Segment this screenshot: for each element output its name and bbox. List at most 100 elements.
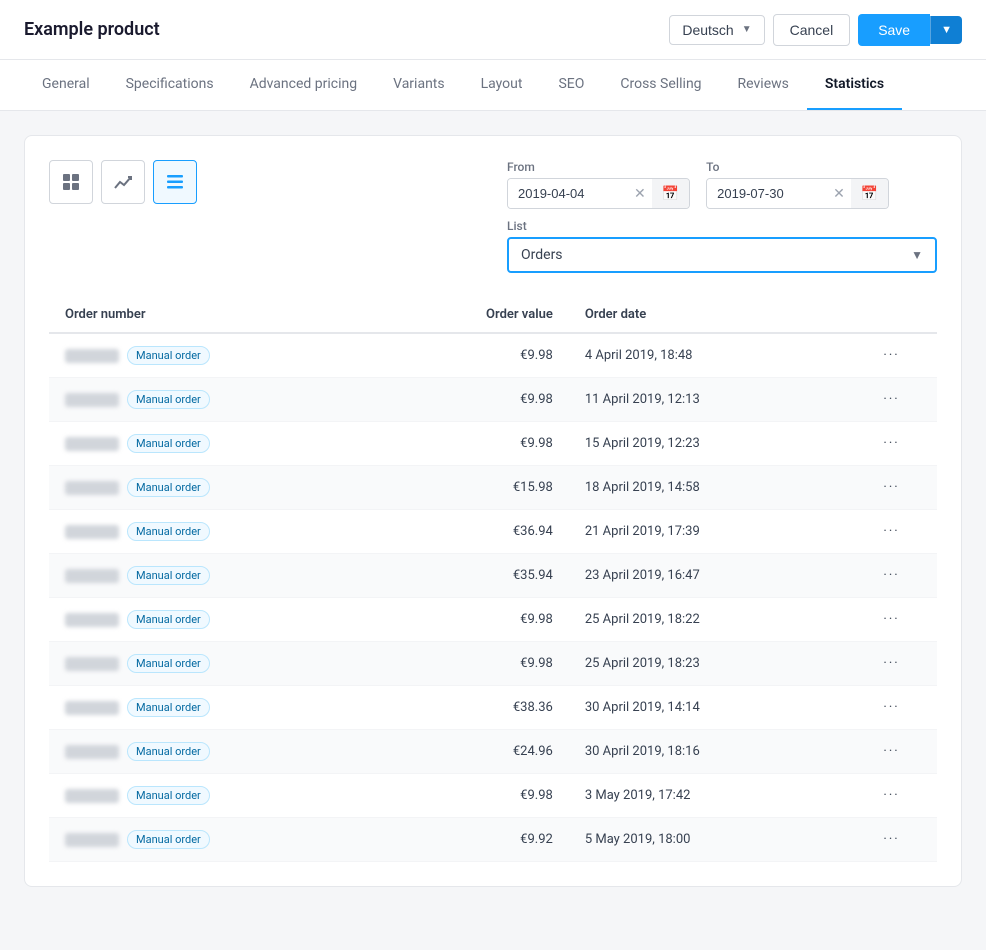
row-actions-button[interactable]: ··· [846,598,937,642]
chevron-down-icon: ▼ [911,248,923,262]
order-number-cell: Manual order [49,554,382,598]
row-actions-button[interactable]: ··· [846,510,937,554]
row-actions-button[interactable]: ··· [846,686,937,730]
save-button[interactable]: Save [858,14,930,46]
order-value-cell: €9.98 [382,774,568,818]
statistics-card: From ✕ 📅 To ✕ 📅 [24,135,962,887]
order-value-cell: €9.98 [382,378,568,422]
row-actions-button[interactable]: ··· [846,774,937,818]
order-number-blurred [65,745,119,759]
row-actions-button[interactable]: ··· [846,642,937,686]
save-dropdown-button[interactable]: ▼ [930,16,962,44]
manual-order-badge: Manual order [127,346,210,365]
tab-specifications[interactable]: Specifications [108,60,232,110]
order-number-cell: Manual order [49,598,382,642]
table-header-row: Order number Order value Order date [49,297,937,333]
view-list-button[interactable] [153,160,197,204]
manual-order-badge: Manual order [127,434,210,453]
date-row: From ✕ 📅 To ✕ 📅 [507,160,937,209]
table-row: Manual order €15.98 18 April 2019, 14:58… [49,466,937,510]
list-label: List [507,219,937,233]
table-row: Manual order €36.94 21 April 2019, 17:39… [49,510,937,554]
row-actions-button[interactable]: ··· [846,554,937,598]
tab-seo[interactable]: SEO [540,60,602,110]
order-date-cell: 15 April 2019, 12:23 [569,422,846,466]
list-select-dropdown[interactable]: Orders ▼ [507,237,937,273]
order-value-cell: €36.94 [382,510,568,554]
table-row: Manual order €35.94 23 April 2019, 16:47… [49,554,937,598]
language-label: Deutsch [682,22,733,38]
view-grid-button[interactable] [49,160,93,204]
table-row: Manual order €9.98 11 April 2019, 12:13 … [49,378,937,422]
date-filters: From ✕ 📅 To ✕ 📅 [507,160,937,273]
manual-order-badge: Manual order [127,610,210,629]
order-value-cell: €15.98 [382,466,568,510]
col-order-date: Order date [569,297,846,333]
order-date-cell: 30 April 2019, 14:14 [569,686,846,730]
table-row: Manual order €24.96 30 April 2019, 18:16… [49,730,937,774]
view-toggles [49,160,197,204]
from-date-clear-button[interactable]: ✕ [628,185,652,202]
to-label: To [706,160,889,174]
row-actions-button[interactable]: ··· [846,466,937,510]
view-chart-button[interactable] [101,160,145,204]
order-number-blurred [65,833,119,847]
order-number-cell: Manual order [49,642,382,686]
manual-order-badge: Manual order [127,566,210,585]
col-actions [846,297,937,333]
row-actions-button[interactable]: ··· [846,333,937,378]
from-date-input[interactable] [508,179,628,208]
table-row: Manual order €9.98 25 April 2019, 18:22 … [49,598,937,642]
manual-order-badge: Manual order [127,654,210,673]
table-row: Manual order €9.98 15 April 2019, 12:23 … [49,422,937,466]
row-actions-button[interactable]: ··· [846,730,937,774]
to-date-input[interactable] [707,179,827,208]
tab-layout[interactable]: Layout [463,60,541,110]
tab-cross-selling[interactable]: Cross Selling [602,60,719,110]
tab-reviews[interactable]: Reviews [720,60,807,110]
manual-order-badge: Manual order [127,830,210,849]
to-date-clear-button[interactable]: ✕ [827,185,851,202]
order-number-blurred [65,349,119,363]
order-number-cell: Manual order [49,686,382,730]
order-number-cell: Manual order [49,818,382,862]
tab-variants[interactable]: Variants [375,60,463,110]
row-actions-button[interactable]: ··· [846,422,937,466]
row-actions-button[interactable]: ··· [846,378,937,422]
order-value-cell: €9.98 [382,333,568,378]
order-date-cell: 5 May 2019, 18:00 [569,818,846,862]
toolbar-row: From ✕ 📅 To ✕ 📅 [49,160,937,273]
list-icon [165,172,185,192]
to-date-field: To ✕ 📅 [706,160,889,209]
order-date-cell: 21 April 2019, 17:39 [569,510,846,554]
save-button-group: Save ▼ [858,14,962,46]
order-number-blurred [65,437,119,451]
order-number-cell: Manual order [49,730,382,774]
col-order-number: Order number [49,297,382,333]
table-row: Manual order €9.98 3 May 2019, 17:42 ··· [49,774,937,818]
table-row: Manual order €9.98 25 April 2019, 18:23 … [49,642,937,686]
order-number-cell: Manual order [49,378,382,422]
row-actions-button[interactable]: ··· [846,818,937,862]
order-number-blurred [65,481,119,495]
language-selector[interactable]: Deutsch ▼ [669,15,764,45]
order-value-cell: €38.36 [382,686,568,730]
chart-icon [113,172,133,192]
from-date-field: From ✕ 📅 [507,160,690,209]
tab-advanced-pricing[interactable]: Advanced pricing [232,60,376,110]
tab-statistics[interactable]: Statistics [807,60,902,110]
order-number-blurred [65,789,119,803]
order-number-blurred [65,657,119,671]
from-date-input-wrap: ✕ 📅 [507,178,690,209]
to-date-calendar-button[interactable]: 📅 [851,179,888,208]
order-number-blurred [65,525,119,539]
grid-icon [61,172,81,192]
order-date-cell: 30 April 2019, 18:16 [569,730,846,774]
order-value-cell: €9.92 [382,818,568,862]
header-actions: Deutsch ▼ Cancel Save ▼ [669,14,962,46]
manual-order-badge: Manual order [127,390,210,409]
cancel-button[interactable]: Cancel [773,14,851,46]
order-value-cell: €24.96 [382,730,568,774]
tab-general[interactable]: General [24,60,108,110]
from-date-calendar-button[interactable]: 📅 [652,179,689,208]
